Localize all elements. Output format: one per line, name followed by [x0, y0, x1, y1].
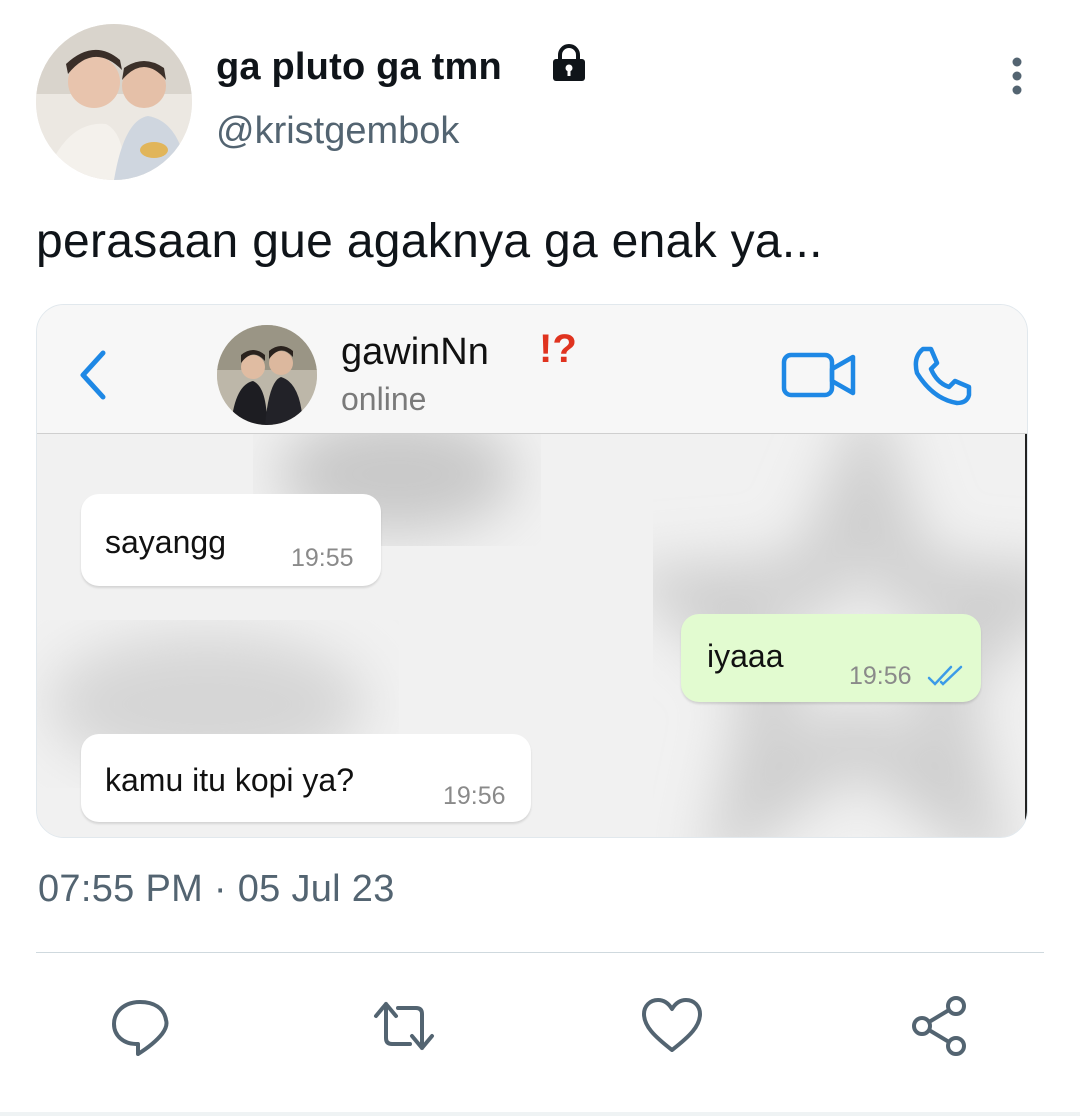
- like-icon[interactable]: [640, 994, 704, 1058]
- retweet-icon[interactable]: [372, 994, 436, 1058]
- message-time: 19:56: [849, 662, 912, 690]
- chat-area: sayangg 19:55 iyaaa 19:56 kamu itu kopi …: [37, 434, 1027, 837]
- contact-status: online: [341, 381, 427, 417]
- chat-header: gawinNn !? online: [37, 305, 1027, 434]
- double-check-icon: [927, 664, 969, 693]
- contact-name: gawinNn: [341, 331, 489, 373]
- message-bubble-incoming: kamu itu kopi ya? 19:56: [81, 734, 531, 822]
- contact-avatar: [217, 325, 317, 425]
- tweet-text: perasaan gue agaknya ga enak ya...: [36, 215, 823, 268]
- message-time: 19:55: [291, 544, 354, 572]
- more-options-icon[interactable]: [1002, 56, 1032, 96]
- lock-icon: [548, 42, 590, 84]
- reply-icon[interactable]: [108, 994, 172, 1058]
- tweet-timestamp[interactable]: 07:55 PM · 05 Jul 23: [38, 868, 395, 911]
- author-handle[interactable]: @kristgembok: [216, 110, 459, 153]
- divider: [36, 952, 1044, 953]
- author-avatar[interactable]: [36, 24, 192, 180]
- video-call-icon: [781, 349, 857, 401]
- share-icon[interactable]: [908, 994, 972, 1058]
- message-text: kamu itu kopi ya?: [105, 762, 355, 798]
- tweet-media-image[interactable]: gawinNn !? online sayangg 19:55 iyaaa 19…: [36, 304, 1028, 838]
- bottom-divider: [0, 1112, 1080, 1116]
- message-bubble-outgoing: iyaaa 19:56: [681, 614, 981, 702]
- back-chevron-icon: [75, 349, 111, 401]
- phone-icon: [909, 343, 973, 407]
- contact-emoji: !?: [539, 327, 577, 371]
- message-time: 19:56: [443, 782, 506, 810]
- message-text: iyaaa: [707, 638, 784, 674]
- message-bubble-incoming: sayangg 19:55: [81, 494, 381, 586]
- message-text: sayangg: [105, 524, 226, 560]
- author-display-name[interactable]: ga pluto ga tmn: [216, 46, 502, 89]
